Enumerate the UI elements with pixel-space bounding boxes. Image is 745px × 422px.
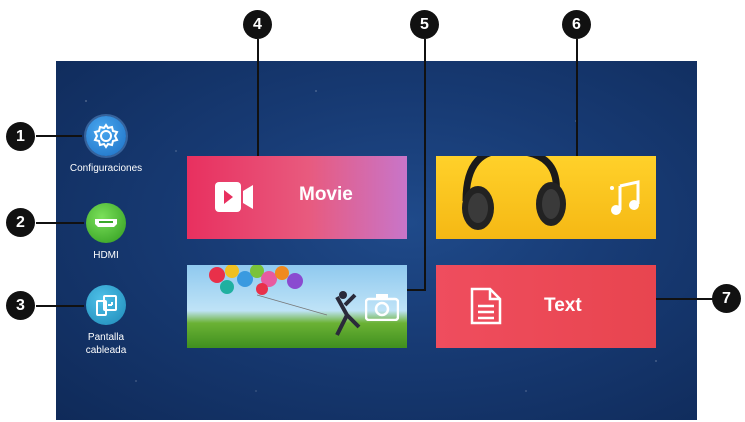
tile-photo[interactable] xyxy=(187,265,407,348)
sidebar-item-screen-cast[interactable]: Pantalla cableada xyxy=(61,285,151,357)
camera-icon xyxy=(364,293,400,326)
tile-text-label: Text xyxy=(544,295,582,316)
leader-line-3 xyxy=(36,305,84,307)
video-camera-icon xyxy=(215,180,255,219)
leader-line-6 xyxy=(576,39,578,156)
leader-line-2 xyxy=(36,222,84,224)
screen-cast-icon xyxy=(86,285,126,325)
callout-4: 4 xyxy=(243,10,272,39)
tile-movie-label: Movie xyxy=(299,184,353,205)
callout-1: 1 xyxy=(6,122,35,151)
sidebar-item-label-line2: cableada xyxy=(85,345,127,356)
sidebar-item-label: Pantalla xyxy=(87,332,125,343)
projector-home-screen xyxy=(56,61,697,420)
tile-text[interactable]: Text xyxy=(436,265,656,348)
sidebar-item-settings[interactable]: Configuraciones xyxy=(61,116,151,175)
sidebar-item-hdmi[interactable]: HDMI xyxy=(61,203,151,262)
leader-line-4 xyxy=(257,39,259,156)
sidebar-item-label: Configuraciones xyxy=(69,163,143,174)
hdmi-icon xyxy=(86,203,126,243)
music-note-icon xyxy=(608,180,642,221)
document-icon xyxy=(470,287,502,330)
sidebar-item-label: HDMI xyxy=(93,250,119,261)
headphones-image xyxy=(456,156,576,239)
callout-5: 5 xyxy=(410,10,439,39)
settings-gear-icon xyxy=(86,116,126,156)
leader-line-1 xyxy=(36,135,82,137)
leader-line-7 xyxy=(656,298,718,300)
callout-3: 3 xyxy=(6,291,35,320)
callout-7: 7 xyxy=(712,284,741,313)
callout-6: 6 xyxy=(562,10,591,39)
leader-line-5b xyxy=(407,289,426,291)
tile-movie[interactable]: Movie xyxy=(187,156,407,239)
leader-line-5a xyxy=(424,39,426,291)
callout-2: 2 xyxy=(6,208,35,237)
tile-music[interactable] xyxy=(436,156,656,239)
